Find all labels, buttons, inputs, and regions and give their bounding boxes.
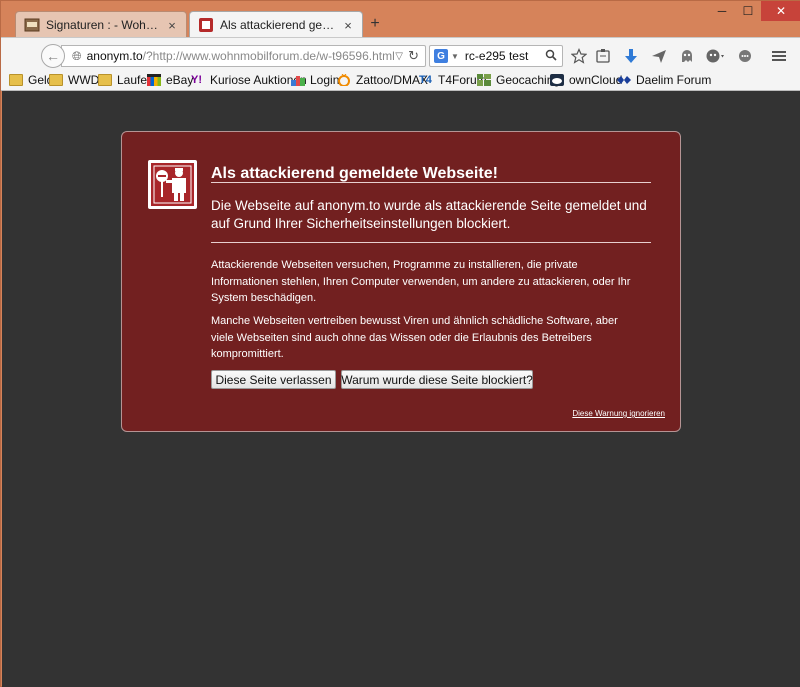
bookmark-kuriose-auktionen[interactable]: Y! Kuriose Auktionen	[191, 72, 307, 88]
url-domain: anonym.to	[86, 49, 143, 63]
zattoo-icon	[337, 73, 351, 87]
maximize-button[interactable]: ☐	[735, 1, 761, 21]
bookmark-label: Daelim Forum	[636, 73, 712, 87]
daelim-icon	[617, 74, 631, 86]
warning-title: Als attackierend gemeldete Webseite!	[211, 165, 498, 182]
send-icon[interactable]	[649, 47, 669, 65]
star-icon[interactable]	[569, 47, 589, 65]
url-path: /?http://www.wohnmobilforum.de/w-t96596.…	[142, 49, 395, 63]
minimize-button[interactable]: ─	[709, 1, 735, 21]
t4-icon: T4	[419, 74, 432, 86]
bookmark-login[interactable]: Login	[291, 72, 339, 88]
login-icon	[291, 74, 305, 86]
divider	[211, 182, 651, 183]
folder-icon	[98, 74, 112, 86]
addon-icon[interactable]	[705, 47, 725, 65]
browser-window: Signaturen : - Wohnwagen... × Als attack…	[0, 0, 800, 687]
bookmark-laufen[interactable]: Laufen	[98, 72, 154, 88]
close-window-button[interactable]: ✕	[761, 1, 800, 21]
reading-list-icon[interactable]	[593, 47, 613, 65]
blocked-site-icon	[148, 160, 197, 209]
search-value: rc-e295 test	[464, 49, 529, 63]
forum-favicon-icon	[24, 17, 40, 33]
divider	[211, 242, 651, 243]
close-tab-icon[interactable]: ×	[342, 18, 354, 33]
geocaching-icon	[477, 74, 491, 86]
bookmark-ebay[interactable]: eBay	[147, 72, 193, 88]
navigation-toolbar: 🌐︎ anonym.to /?http://www.wohnmobilforum…	[1, 37, 800, 69]
owncloud-icon	[550, 74, 564, 86]
bookmark-label: WWD	[68, 73, 100, 87]
bookmark-label: Zattoo/DMAX	[356, 73, 429, 87]
page-content: Als attackierend gemeldete Webseite! Die…	[2, 91, 800, 687]
bookmark-label: ownCloud	[569, 73, 623, 87]
ghost-icon[interactable]	[677, 47, 697, 65]
bookmark-daelim-forum[interactable]: Daelim Forum	[617, 72, 711, 88]
bookmark-label: eBay	[166, 73, 194, 87]
attack-warning-panel: Als attackierend gemeldete Webseite! Die…	[121, 131, 681, 432]
bookmark-geocaching[interactable]: Geocaching	[477, 72, 560, 88]
chat-icon[interactable]	[735, 47, 755, 65]
tab-label: Signaturen : - Wohnwagen...	[46, 18, 162, 32]
new-tab-button[interactable]: +	[367, 15, 383, 33]
url-bar[interactable]: 🌐︎ anonym.to /?http://www.wohnmobilforum…	[61, 45, 426, 67]
reload-icon[interactable]: ↻	[408, 48, 419, 64]
tab-signaturen[interactable]: Signaturen : - Wohnwagen... ×	[15, 11, 187, 38]
url-dropdown-icon[interactable]: ▽	[395, 51, 403, 62]
globe-icon: 🌐︎	[72, 48, 82, 63]
close-tab-icon[interactable]: ×	[166, 18, 178, 33]
why-blocked-button[interactable]: Warum wurde diese Seite blockiert?	[341, 370, 533, 389]
google-engine-icon[interactable]: G	[434, 49, 448, 63]
tab-label: Als attackierend gemeldete...	[220, 18, 338, 32]
engine-dropdown-icon[interactable]: ▼	[451, 52, 459, 61]
bookmark-geld[interactable]: Geld	[9, 72, 53, 88]
folder-icon	[49, 74, 63, 86]
bookmark-owncloud[interactable]: ownCloud	[550, 72, 622, 88]
ebay-icon	[147, 74, 161, 86]
menu-icon[interactable]	[769, 47, 789, 65]
warning-lead-text: Die Webseite auf anonym.to wurde als att…	[211, 198, 647, 231]
bookmark-zattoo[interactable]: Zattoo/DMAX	[337, 72, 428, 88]
warning-explanation-1: Attackierende Webseiten versuchen, Progr…	[211, 259, 631, 304]
bookmark-label: Login	[310, 73, 340, 87]
back-button[interactable]: ←	[41, 44, 65, 68]
yahoo-icon: Y!	[191, 74, 202, 86]
bookmark-wwd[interactable]: WWD	[49, 72, 99, 88]
download-icon[interactable]	[621, 47, 641, 65]
warning-explanation-2: Manche Webseiten vertreiben bewusst Vire…	[211, 315, 618, 360]
search-input[interactable]: G ▼ rc-e295 test	[429, 45, 563, 67]
leave-site-button[interactable]: Diese Seite verlassen	[211, 370, 336, 389]
bookmarks-toolbar: Geld WWD Laufen eBay Y! Kuriose Auktione…	[1, 69, 800, 91]
folder-icon	[9, 74, 23, 86]
tab-warning[interactable]: Als attackierend gemeldete... ×	[189, 11, 363, 38]
ignore-warning-link[interactable]: Diese Warnung ignorieren	[572, 409, 665, 418]
warning-favicon-icon	[198, 17, 214, 33]
tab-strip: Signaturen : - Wohnwagen... × Als attack…	[1, 1, 800, 38]
search-icon[interactable]	[545, 49, 557, 64]
